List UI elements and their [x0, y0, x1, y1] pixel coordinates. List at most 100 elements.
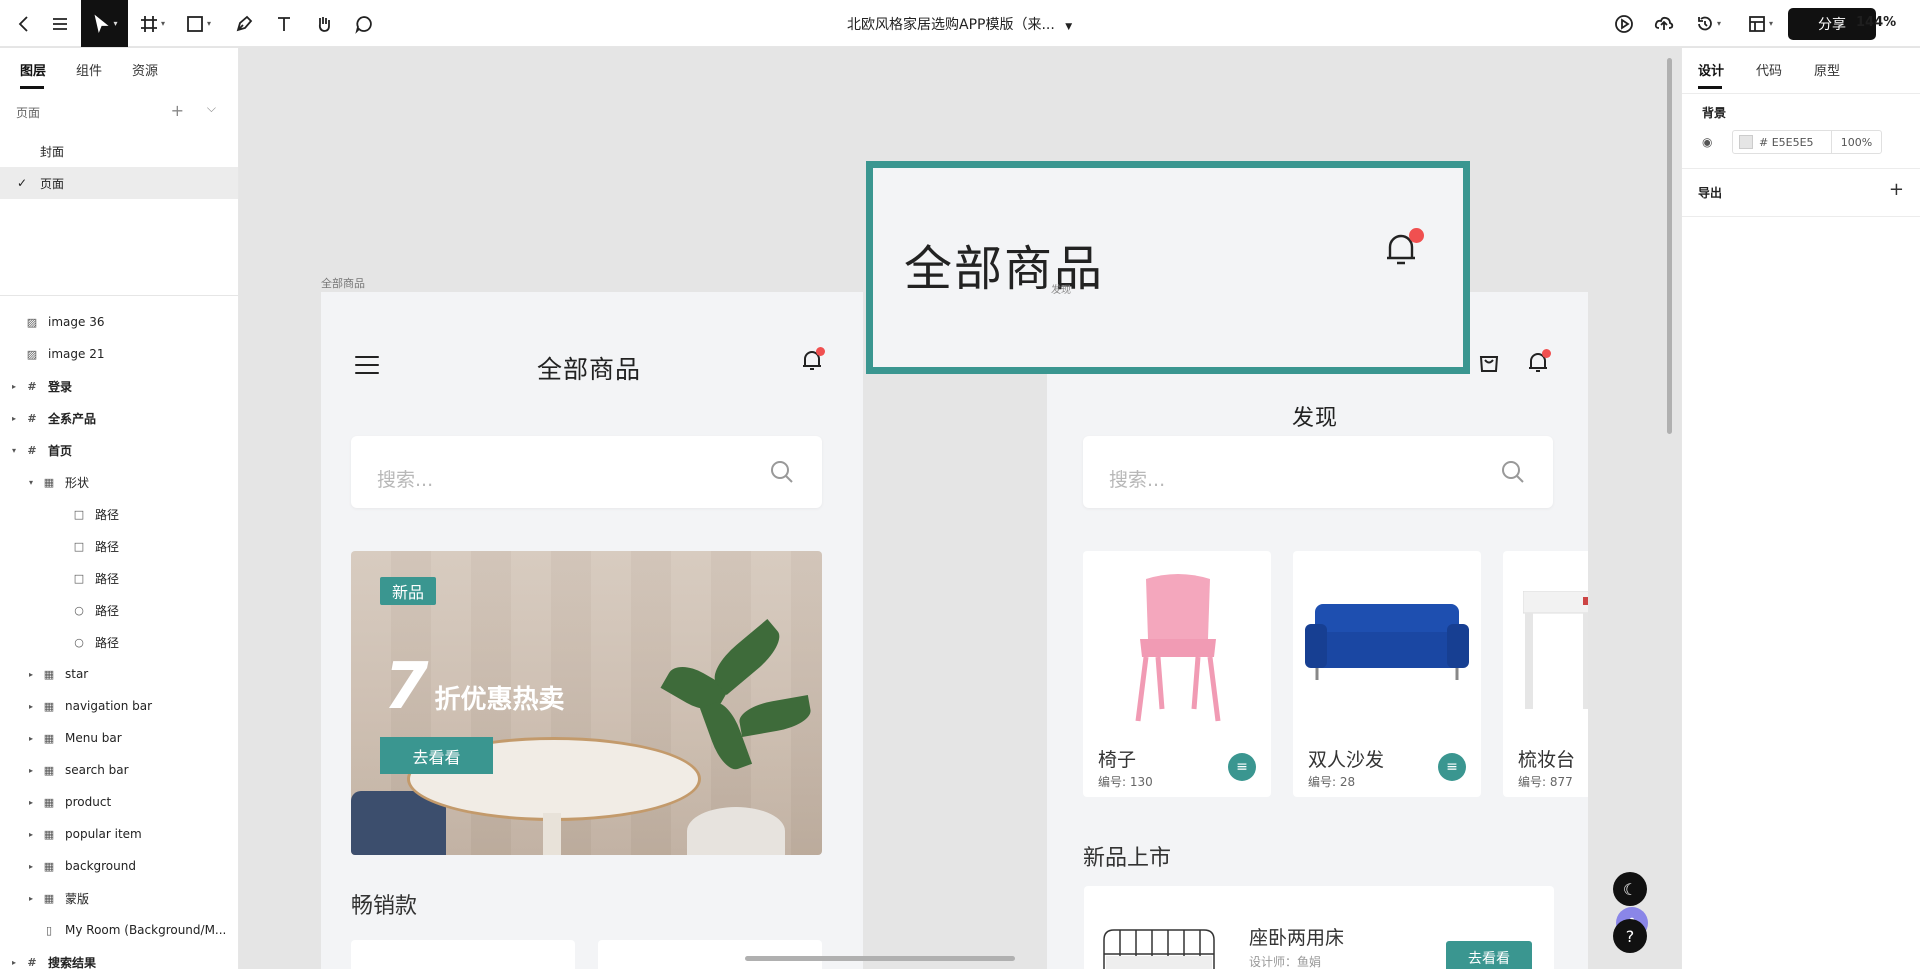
layer-item[interactable]: ▸ # 登录 [0, 370, 238, 402]
upload-icon[interactable] [1648, 6, 1680, 41]
help-icon[interactable]: ? [1613, 919, 1647, 953]
theme-toggle-icon[interactable]: ☾ [1613, 872, 1647, 906]
color-swatch[interactable] [1739, 135, 1753, 149]
layer-item[interactable]: □ 路径 [0, 562, 238, 594]
page-item-page[interactable]: ✓ 页面 [0, 167, 238, 199]
document-title[interactable]: 北欧风格家居选购APP模版（来... ▼ [847, 14, 1072, 34]
frame-tool-icon[interactable]: ▾ [136, 6, 168, 41]
banner-go-button[interactable]: 去看看 [380, 737, 493, 774]
move-tool-icon[interactable]: ▾ [81, 0, 128, 47]
product-card[interactable]: 椅子 编号: 130 ≡ [1083, 551, 1271, 797]
new-item-go-button[interactable]: 去看看 [1446, 941, 1532, 969]
collapsed-arrow-icon[interactable]: ▸ [29, 702, 33, 711]
page-item-cover[interactable]: 封面 [0, 135, 238, 167]
new-arrival-card[interactable]: 座卧两用床 设计师：鱼娟 去看看 [1084, 886, 1554, 969]
collapsed-arrow-icon[interactable]: ▸ [29, 766, 33, 775]
layer-item[interactable]: ▯ My Room (Background/M... [0, 914, 238, 946]
layer-item[interactable]: ▸ # 搜索结果 [0, 946, 238, 969]
collapse-pages-icon[interactable]: ⌵ [207, 101, 216, 116]
frame-label[interactable]: 全部商品 [321, 275, 365, 291]
notification-bell-icon[interactable] [801, 347, 825, 372]
layer-item[interactable]: ○ 路径 [0, 594, 238, 626]
layer-item[interactable]: ▸ ▦ star [0, 658, 238, 690]
layer-item[interactable]: □ 路径 [0, 498, 238, 530]
history-icon[interactable]: ▾ [1688, 6, 1728, 41]
new-badge: 新品 [380, 577, 436, 605]
hamburger-menu-icon[interactable] [355, 356, 379, 374]
collapsed-arrow-icon[interactable]: ▸ [29, 894, 33, 903]
group-icon: ▦ [43, 827, 55, 841]
group-icon: ▦ [43, 731, 55, 745]
promo-banner[interactable]: 新品 7 折优惠热卖 去看看 [351, 551, 822, 855]
layer-item[interactable]: ▾ # 首页 [0, 434, 238, 466]
layer-item[interactable]: ○ 路径 [0, 626, 238, 658]
layer-item[interactable]: ▨ image 36 [0, 306, 238, 338]
collapsed-arrow-icon[interactable]: ▸ [29, 830, 33, 839]
layer-item[interactable]: □ 路径 [0, 530, 238, 562]
opacity-value[interactable]: 100% [1831, 131, 1881, 153]
product-menu-icon[interactable]: ≡ [1438, 753, 1466, 781]
eye-icon[interactable]: ◉ [1702, 135, 1726, 149]
search-icon [771, 461, 793, 483]
color-hex[interactable]: # E5E5E5 [1759, 136, 1814, 149]
tab-code[interactable]: 代码 [1756, 60, 1782, 79]
product-card[interactable]: 双人沙发 编号: 28 ≡ [1293, 551, 1481, 797]
search-bar[interactable]: 搜索... [1083, 436, 1553, 508]
rectangle-icon: □ [73, 507, 85, 521]
layer-item[interactable]: ▸ ▦ 蒙版 [0, 882, 238, 914]
background-color-field[interactable]: # E5E5E5 100% [1732, 130, 1882, 154]
collapsed-arrow-icon[interactable]: ▸ [12, 414, 16, 423]
bestseller-card[interactable] [351, 940, 575, 969]
layer-item[interactable]: ▸ ▦ navigation bar [0, 690, 238, 722]
cart-icon[interactable] [1478, 352, 1500, 374]
product-menu-icon[interactable]: ≡ [1228, 753, 1256, 781]
menu-icon[interactable] [44, 6, 76, 41]
add-export-icon[interactable]: + [1889, 179, 1904, 200]
play-icon[interactable] [1608, 6, 1640, 41]
tab-prototype[interactable]: 原型 [1814, 60, 1840, 79]
layer-item[interactable]: ▸ # 全系产品 [0, 402, 238, 434]
expanded-arrow-icon[interactable]: ▾ [29, 478, 33, 487]
comment-tool-icon[interactable] [348, 6, 380, 41]
tab-assets[interactable]: 资源 [132, 60, 158, 79]
layer-item[interactable]: ▨ image 21 [0, 338, 238, 370]
layout-icon[interactable]: ▾ [1740, 6, 1780, 41]
search-placeholder: 搜索... [1109, 469, 1166, 491]
text-tool-icon[interactable] [268, 6, 300, 41]
collapsed-arrow-icon[interactable]: ▸ [29, 670, 33, 679]
horizontal-scrollbar[interactable] [745, 956, 1015, 961]
hand-tool-icon[interactable] [308, 6, 340, 41]
collapsed-arrow-icon[interactable]: ▸ [29, 734, 33, 743]
vertical-scrollbar[interactable] [1667, 58, 1672, 434]
layer-item[interactable]: ▸ ▦ product [0, 786, 238, 818]
collapsed-arrow-icon[interactable]: ▸ [12, 382, 16, 391]
tab-components[interactable]: 组件 [76, 60, 102, 79]
layer-item[interactable]: ▸ ▦ popular item [0, 818, 238, 850]
product-card[interactable]: 梳妆台 编号: 877 [1503, 551, 1588, 797]
shape-tool-icon[interactable]: ▾ [182, 6, 214, 41]
add-page-icon[interactable]: + [171, 101, 184, 120]
group-icon: ▦ [43, 891, 55, 905]
dresser-image [1523, 591, 1588, 709]
zoom-level[interactable]: 144% [1856, 15, 1896, 30]
tab-design[interactable]: 设计 [1698, 60, 1724, 89]
design-canvas[interactable]: 全部商品 全部商品 搜索... 新品 7 折优惠热卖 去看看 畅销款 发现 搜索… [240, 48, 1680, 969]
notification-bell-icon[interactable] [1527, 349, 1551, 374]
product-number: 编号: 130 [1098, 775, 1153, 789]
collapsed-arrow-icon[interactable]: ▸ [29, 862, 33, 871]
layer-item[interactable]: ▸ ▦ search bar [0, 754, 238, 786]
page-label: 页面 [40, 176, 65, 191]
collapsed-arrow-icon[interactable]: ▸ [29, 798, 33, 807]
layer-item[interactable]: ▸ ▦ background [0, 850, 238, 882]
tab-layers[interactable]: 图层 [20, 60, 46, 89]
divider [1682, 93, 1920, 94]
back-icon[interactable] [8, 6, 40, 41]
bestseller-card[interactable] [598, 940, 822, 969]
selected-header-highlight[interactable]: 全部商品 发现 [866, 161, 1470, 374]
layer-item[interactable]: ▾ ▦ 形状 [0, 466, 238, 498]
search-bar[interactable]: 搜索... [351, 436, 822, 508]
collapsed-arrow-icon[interactable]: ▸ [12, 958, 16, 967]
expanded-arrow-icon[interactable]: ▾ [12, 446, 16, 455]
layer-item[interactable]: ▸ ▦ Menu bar [0, 722, 238, 754]
pen-tool-icon[interactable] [228, 6, 260, 41]
